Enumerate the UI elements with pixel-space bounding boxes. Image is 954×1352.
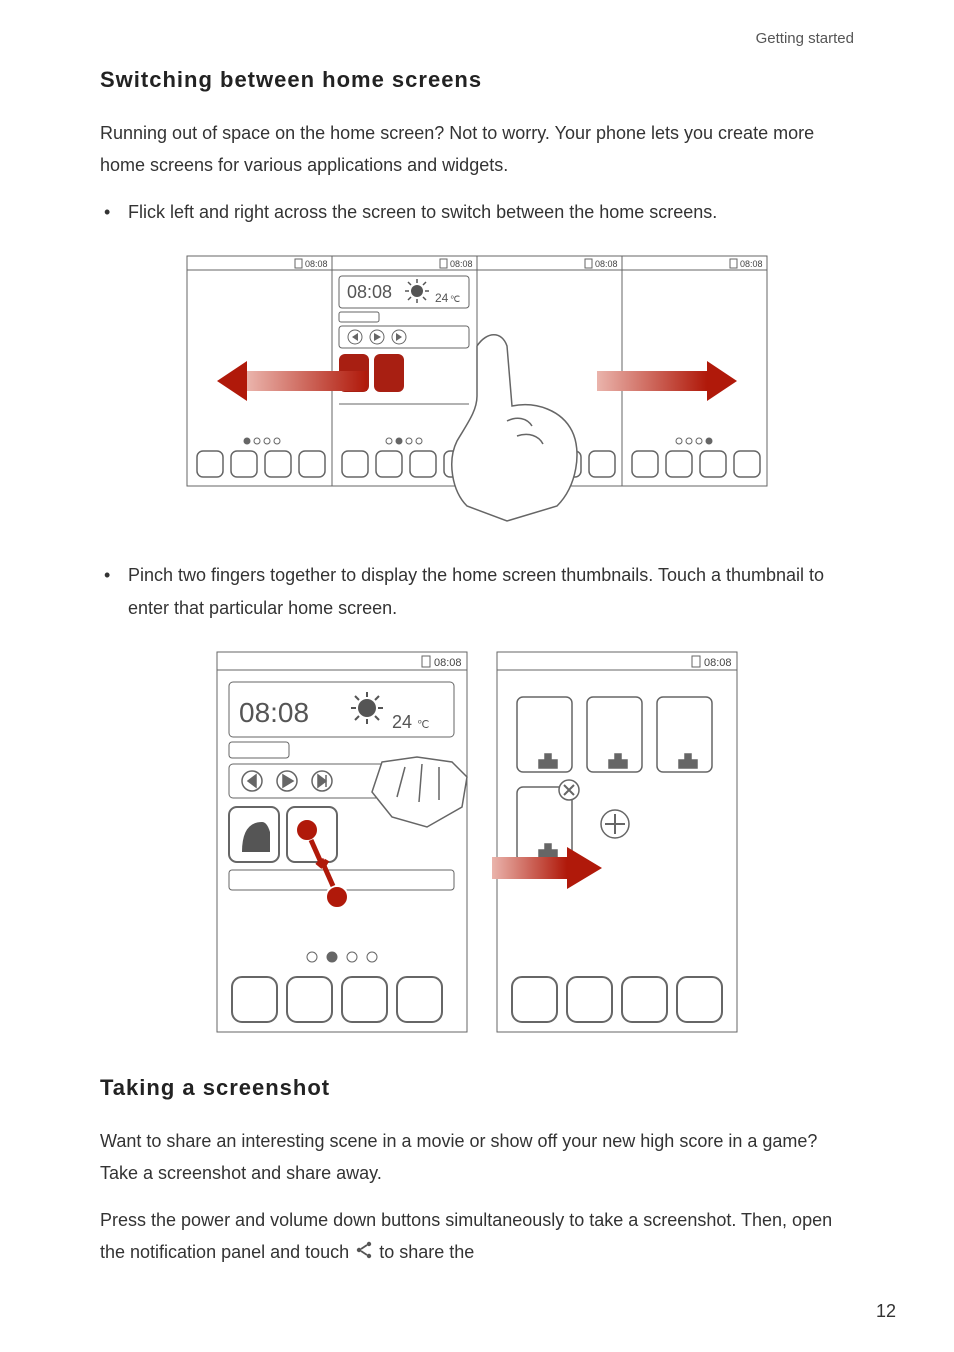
home-icon [609,754,627,768]
hand-icon-2 [372,757,467,827]
add-screen-icon [601,810,629,838]
bullet-pinch: Pinch two fingers together to display th… [100,559,854,624]
delete-thumbnail-icon [559,780,579,800]
screenshot-para2b: to share the [379,1242,474,1262]
media-play-icon [370,330,384,344]
status-time-right: 08:08 [704,657,732,669]
status-time-3: 08:08 [595,259,618,269]
clock-time-2: 08:08 [239,697,309,728]
sun-icon [405,279,429,303]
arrow-right-icon [597,361,737,401]
screenshot-para1: Want to share an interesting scene in a … [100,1125,854,1190]
figure-flick: 08:08 08:08 08:08 08:08 08:08 [100,246,854,531]
heading-switching: Switching between home screens [100,67,854,93]
bullet-flick: Flick left and right across the screen t… [100,196,854,228]
media-next-icon [392,330,406,344]
temp-unit-2: ℃ [417,719,429,731]
home-icon [539,754,557,768]
screenshot-para2: Press the power and volume down buttons … [100,1204,854,1269]
status-time-2: 08:08 [450,259,473,269]
status-time-4: 08:08 [740,259,763,269]
share-icon [354,1240,374,1260]
hand-icon [452,335,577,521]
figure-pinch: 08:08 08:08 24 ℃ [100,642,854,1047]
temperature: 24 [435,291,449,305]
page: Getting started Switching between home s… [0,0,954,1352]
status-time-1: 08:08 [305,259,328,269]
clock-time: 08:08 [347,282,392,302]
sun-icon-2 [351,692,383,724]
temperature-2: 24 [392,712,412,732]
header-section-label: Getting started [100,30,854,47]
heading-screenshot: Taking a screenshot [100,1075,854,1101]
media-prev-icon [348,330,362,344]
pinch-gesture-icon [296,819,348,908]
status-time-left: 08:08 [434,657,462,669]
page-number: 12 [876,1301,896,1322]
temp-unit: ℃ [450,294,460,304]
home-icon [539,844,557,858]
bullet-list-2: Pinch two fingers together to display th… [100,559,854,624]
intro-paragraph: Running out of space on the home screen?… [100,117,854,182]
home-icon [679,754,697,768]
bullet-list-1: Flick left and right across the screen t… [100,196,854,228]
